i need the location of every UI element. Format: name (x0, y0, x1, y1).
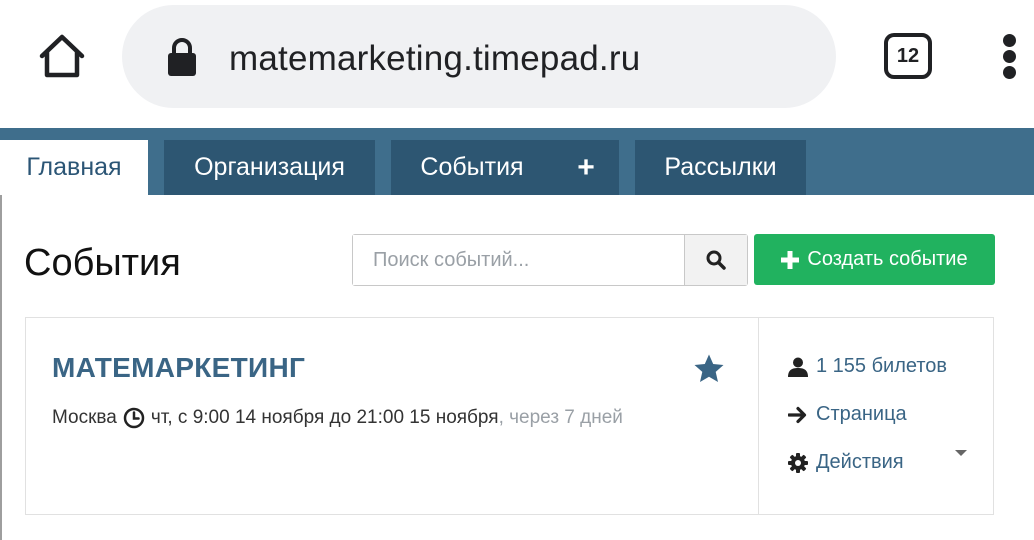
clock-icon (123, 407, 145, 429)
arrow-right-icon (788, 406, 807, 423)
create-event-button[interactable]: Создать событие (754, 234, 995, 285)
create-event-label: Создать событие (807, 248, 968, 270)
card-divider (758, 318, 759, 514)
url-text: matemarketing.timepad.ru (229, 39, 641, 78)
nav-tab-label: События (420, 153, 524, 181)
event-title[interactable]: МАТЕМАРКЕТИНГ (52, 352, 305, 384)
site-navbar: Главная Организация События + Рассылки (0, 128, 1034, 195)
tab-count: 12 (896, 44, 920, 67)
home-button[interactable] (36, 30, 88, 82)
nav-tab-mailings[interactable]: Рассылки (635, 140, 806, 195)
search-group (352, 234, 748, 286)
caret-down-icon[interactable] (954, 448, 968, 458)
browser-toolbar: matemarketing.timepad.ru 12 (0, 0, 1034, 128)
event-meta: Москва чт, с 9:00 14 ноября до 21:00 15 … (52, 407, 623, 429)
event-city: Москва (52, 407, 117, 428)
event-time: чт, с 9:00 14 ноября до 21:00 15 ноября (150, 407, 499, 428)
nav-tab-events[interactable]: События (391, 140, 553, 195)
search-icon (706, 250, 726, 270)
nav-add-event-button[interactable]: + (553, 140, 619, 195)
event-page-link[interactable]: Страница (788, 403, 907, 426)
star-icon[interactable] (693, 353, 725, 385)
home-icon (39, 34, 85, 78)
nav-tab-home[interactable]: Главная (0, 140, 148, 195)
tab-switcher-button[interactable]: 12 (884, 33, 932, 79)
plus-icon: + (577, 150, 595, 184)
search-input[interactable] (353, 235, 686, 285)
nav-tab-organization[interactable]: Организация (164, 140, 375, 195)
actions-dropdown[interactable]: Действия (788, 451, 904, 474)
search-button[interactable] (685, 235, 747, 285)
user-icon (788, 357, 808, 377)
address-bar[interactable]: matemarketing.timepad.ru (122, 5, 836, 108)
page-title: События (24, 242, 181, 284)
event-relative-time: , через 7 дней (498, 407, 623, 428)
tickets-label: 1 155 билетов (816, 355, 948, 377)
plus-icon (781, 250, 800, 269)
tickets-link[interactable]: 1 155 билетов (788, 355, 947, 378)
nav-tab-label: Рассылки (664, 153, 777, 181)
actions-label: Действия (816, 451, 904, 473)
event-card: МАТЕМАРКЕТИНГ Москва чт, с 9:00 14 ноябр… (25, 317, 994, 515)
more-vert-icon[interactable] (996, 34, 1024, 80)
lock-icon (168, 38, 196, 76)
gear-icon (788, 452, 808, 473)
event-page-label: Страница (816, 403, 907, 425)
nav-tab-label: Главная (26, 153, 122, 181)
nav-tab-label: Организация (194, 153, 345, 181)
